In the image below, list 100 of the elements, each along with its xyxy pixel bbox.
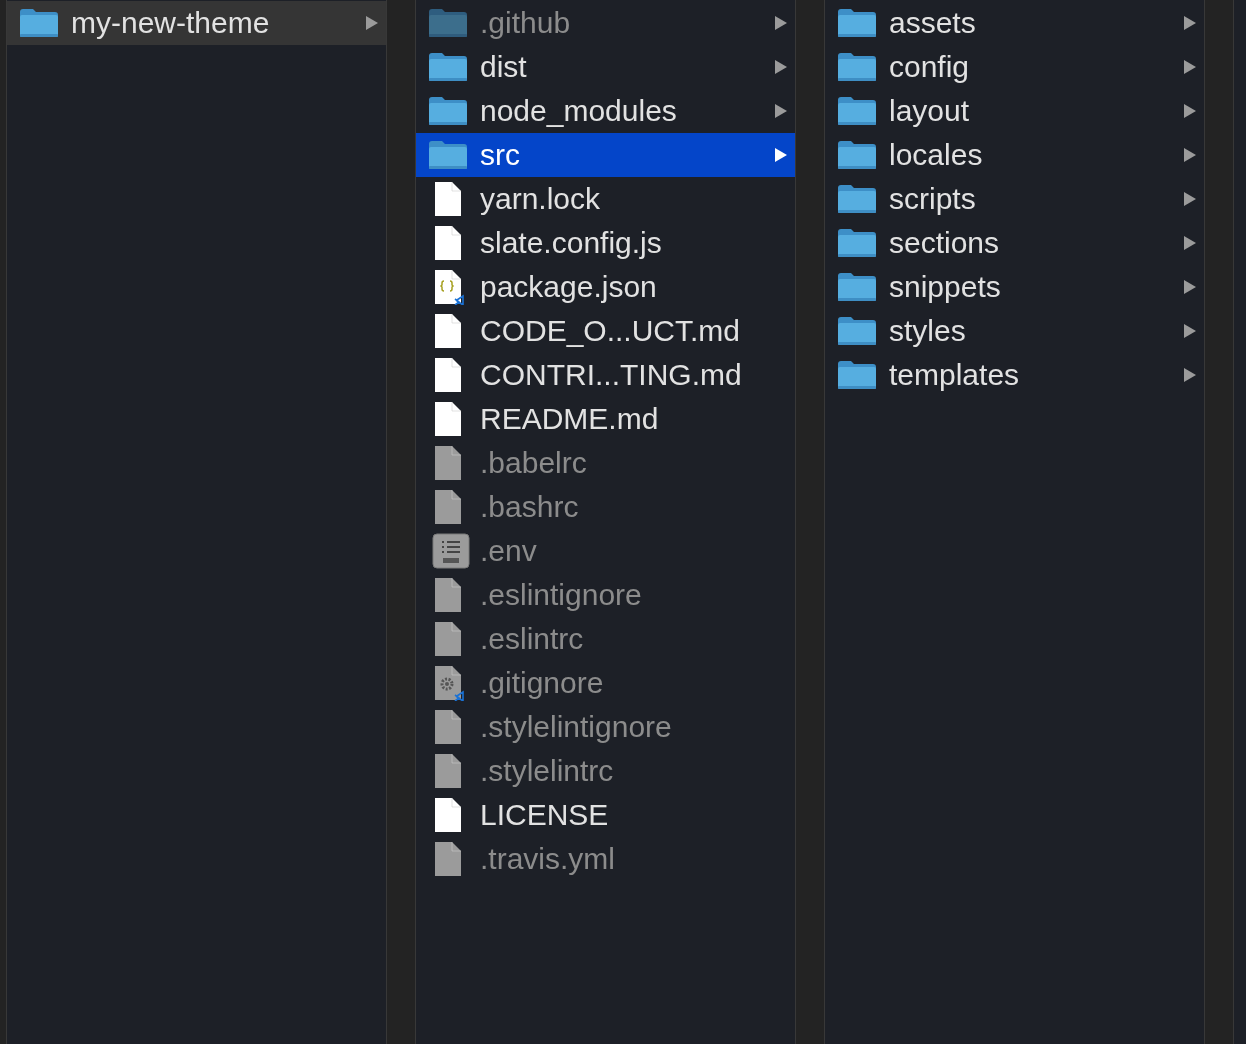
folder-item[interactable]: node_modules bbox=[416, 89, 795, 133]
file-name: .gitignore bbox=[480, 666, 605, 700]
file-name: .github bbox=[480, 6, 572, 40]
folder-item[interactable]: config bbox=[825, 45, 1204, 89]
folder-item[interactable]: locales bbox=[825, 133, 1204, 177]
folder-icon bbox=[837, 52, 877, 82]
file-name: CONTRI...TING.md bbox=[480, 358, 743, 392]
file-item[interactable]: .eslintrc bbox=[416, 617, 795, 661]
file-item[interactable]: .env bbox=[416, 529, 795, 573]
document-icon bbox=[432, 445, 464, 481]
file-name: .stylelintrc bbox=[480, 754, 615, 788]
disclosure-triangle-icon bbox=[1184, 236, 1196, 250]
file-name: src bbox=[480, 138, 521, 172]
file-name: slate.config.js bbox=[480, 226, 663, 260]
file-item[interactable]: .eslintignore bbox=[416, 573, 795, 617]
file-item[interactable]: .travis.yml bbox=[416, 837, 795, 881]
file-item[interactable]: LICENSE bbox=[416, 793, 795, 837]
file-item[interactable]: .stylelintignore bbox=[416, 705, 795, 749]
folder-item[interactable]: styles bbox=[825, 309, 1204, 353]
file-name: .travis.yml bbox=[480, 842, 616, 876]
folder-icon bbox=[428, 52, 468, 82]
disclosure-triangle-icon bbox=[775, 148, 787, 162]
file-name: locales bbox=[889, 138, 984, 172]
file-name: dist bbox=[480, 50, 528, 84]
file-name: README.md bbox=[480, 402, 660, 436]
disclosure-triangle-icon bbox=[1184, 324, 1196, 338]
file-name: scripts bbox=[889, 182, 977, 216]
disclosure-triangle-icon bbox=[775, 104, 787, 118]
file-name: .eslintrc bbox=[480, 622, 585, 656]
folder-icon bbox=[837, 228, 877, 258]
folder-item[interactable]: src bbox=[416, 133, 795, 177]
file-item[interactable]: yarn.lock bbox=[416, 177, 795, 221]
file-name: assets bbox=[889, 6, 977, 40]
file-item[interactable]: .gitignore bbox=[416, 661, 795, 705]
file-item[interactable]: .stylelintrc bbox=[416, 749, 795, 793]
disclosure-triangle-icon bbox=[1184, 192, 1196, 206]
disclosure-triangle-icon bbox=[1184, 104, 1196, 118]
folder-icon bbox=[837, 140, 877, 170]
file-name: yarn.lock bbox=[480, 182, 602, 216]
document-icon bbox=[432, 753, 464, 789]
folder-icon bbox=[837, 316, 877, 346]
folder-item[interactable]: my-new-theme bbox=[7, 1, 386, 45]
folder-icon bbox=[837, 360, 877, 390]
disclosure-triangle-icon bbox=[1184, 280, 1196, 294]
file-name: config bbox=[889, 50, 971, 84]
file-name: package.json bbox=[480, 270, 658, 304]
file-name: .env bbox=[480, 534, 538, 568]
file-item[interactable]: .bashrc bbox=[416, 485, 795, 529]
file-item[interactable]: README.md bbox=[416, 397, 795, 441]
document-icon bbox=[432, 225, 464, 261]
folder-icon bbox=[428, 96, 468, 126]
file-name: .eslintignore bbox=[480, 578, 643, 612]
folder-item[interactable]: .github bbox=[416, 1, 795, 45]
folder-icon bbox=[19, 8, 59, 38]
document-icon bbox=[432, 841, 464, 877]
folder-item[interactable]: layout bbox=[825, 89, 1204, 133]
file-name: my-new-theme bbox=[71, 6, 271, 40]
folder-icon bbox=[428, 140, 468, 170]
document-icon bbox=[432, 797, 464, 833]
file-name: snippets bbox=[889, 270, 1002, 304]
document-icon bbox=[432, 577, 464, 613]
document-icon bbox=[432, 621, 464, 657]
file-name: .bashrc bbox=[480, 490, 580, 524]
gear-document-icon bbox=[432, 665, 464, 701]
document-icon bbox=[432, 181, 464, 217]
file-item[interactable]: CODE_O...UCT.md bbox=[416, 309, 795, 353]
folder-item[interactable]: assets bbox=[825, 1, 1204, 45]
disclosure-triangle-icon bbox=[1184, 60, 1196, 74]
file-name: templates bbox=[889, 358, 1021, 392]
document-icon bbox=[432, 357, 464, 393]
file-name: node_modules bbox=[480, 94, 678, 128]
folder-item[interactable]: scripts bbox=[825, 177, 1204, 221]
disclosure-triangle-icon bbox=[775, 16, 787, 30]
folder-item[interactable]: snippets bbox=[825, 265, 1204, 309]
folder-icon bbox=[837, 8, 877, 38]
file-name: CODE_O...UCT.md bbox=[480, 314, 742, 348]
file-name: .babelrc bbox=[480, 446, 588, 480]
disclosure-triangle-icon bbox=[1184, 148, 1196, 162]
file-item[interactable]: package.json bbox=[416, 265, 795, 309]
disclosure-triangle-icon bbox=[775, 60, 787, 74]
folder-item[interactable]: dist bbox=[416, 45, 795, 89]
folder-item[interactable]: templates bbox=[825, 353, 1204, 397]
document-icon bbox=[432, 313, 464, 349]
disclosure-triangle-icon bbox=[1184, 16, 1196, 30]
file-item[interactable]: .babelrc bbox=[416, 441, 795, 485]
document-icon bbox=[432, 401, 464, 437]
folder-icon bbox=[428, 8, 468, 38]
document-icon bbox=[432, 489, 464, 525]
disclosure-triangle-icon bbox=[366, 16, 378, 30]
file-name: .stylelintignore bbox=[480, 710, 673, 744]
file-name: sections bbox=[889, 226, 1001, 260]
file-item[interactable]: CONTRI...TING.md bbox=[416, 353, 795, 397]
folder-item[interactable]: sections bbox=[825, 221, 1204, 265]
file-name: styles bbox=[889, 314, 967, 348]
file-name: layout bbox=[889, 94, 971, 128]
braces-document-icon bbox=[432, 269, 464, 305]
disclosure-triangle-icon bbox=[1184, 368, 1196, 382]
file-name: LICENSE bbox=[480, 798, 610, 832]
folder-icon bbox=[837, 184, 877, 214]
file-item[interactable]: slate.config.js bbox=[416, 221, 795, 265]
